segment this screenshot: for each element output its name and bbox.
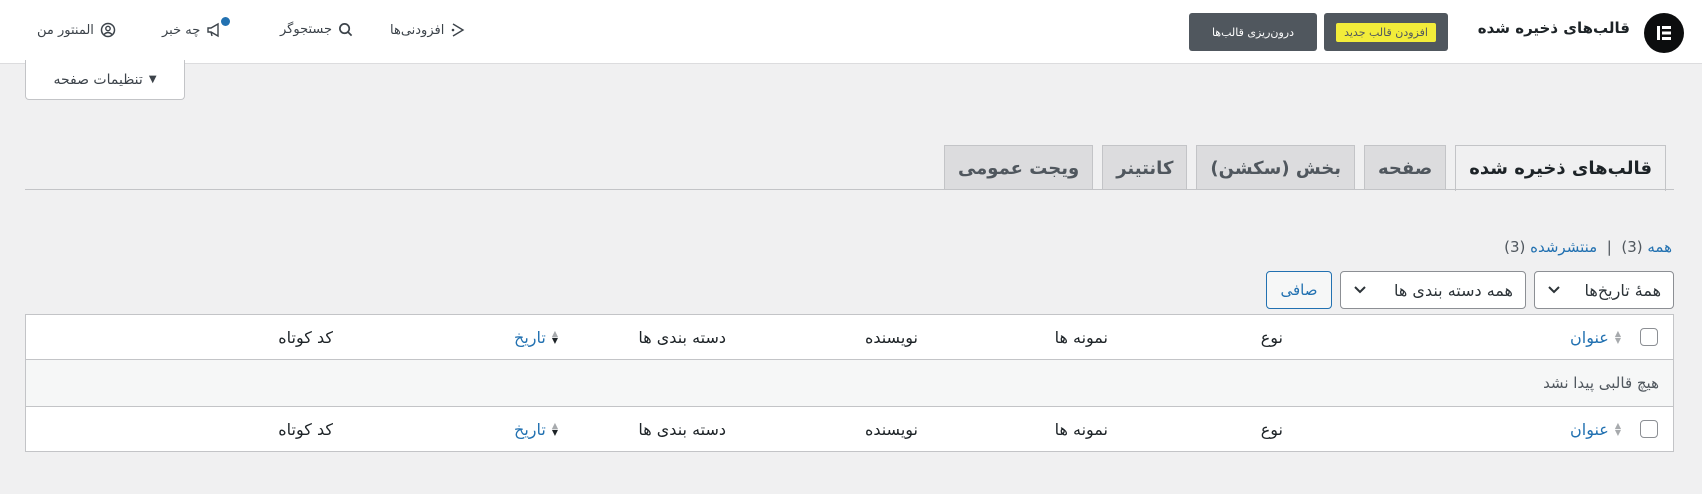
- sort-icon: ▲ ▼: [551, 421, 558, 437]
- column-shortcode: کد کوتاه: [278, 327, 333, 347]
- column-title-label: عنوان: [1570, 419, 1609, 439]
- date-filter-select[interactable]: همهٔ تاریخ‌ها: [1534, 271, 1674, 309]
- whats-new-label: چه خبر: [162, 22, 201, 38]
- tab-global-widget[interactable]: ویجت عمومی: [943, 145, 1094, 190]
- column-title-label: عنوان: [1570, 327, 1609, 347]
- my-elementor-label: المنتور من: [37, 22, 94, 38]
- add-new-template-button[interactable]: افزودن قالب جدید: [1324, 13, 1448, 51]
- filter-button[interactable]: صافی: [1266, 271, 1332, 309]
- finder-link[interactable]: جستجوگر: [280, 22, 353, 37]
- select-all-checkbox-footer[interactable]: [1640, 420, 1658, 438]
- column-date-sortable-footer[interactable]: تاریخ ▲ ▼: [514, 407, 558, 451]
- page-settings-toggle[interactable]: تنظیمات صفحه ▼: [25, 60, 185, 100]
- sort-icon: ▲ ▼: [1614, 421, 1621, 437]
- elementor-logo-icon: [1644, 13, 1684, 53]
- date-filter-value: همهٔ تاریخ‌ها: [1584, 280, 1662, 300]
- column-samples: نمونه ها: [1054, 327, 1108, 347]
- table-empty-row: هیچ قالبی پیدا نشد: [26, 360, 1673, 407]
- column-categories-footer: دسته بندی ها: [638, 419, 726, 439]
- view-all-link[interactable]: همه: [1647, 238, 1672, 256]
- tabs-divider: [25, 189, 1674, 190]
- column-author-footer: نویسنده: [864, 419, 918, 439]
- chevron-down-icon: [1354, 286, 1366, 294]
- column-date-label: تاریخ: [514, 327, 546, 347]
- search-icon: [339, 23, 353, 37]
- column-categories: دسته بندی ها: [638, 327, 726, 347]
- sort-icon: ▲ ▼: [551, 329, 558, 345]
- addons-icon: [452, 23, 465, 37]
- page-settings-label: تنظیمات صفحه: [53, 71, 143, 88]
- table-header-row: عنوان ▲ ▼ نوع نمونه ها نویسنده دسته بندی …: [26, 315, 1673, 360]
- column-type: نوع: [1260, 327, 1283, 347]
- addons-label: افزودنی‌ها: [390, 22, 445, 38]
- page-title: قالب‌های ذخیره شده: [1477, 19, 1630, 37]
- empty-message: هیچ قالبی پیدا نشد: [1543, 374, 1659, 392]
- column-shortcode-footer: کد کوتاه: [278, 419, 333, 439]
- tab-section[interactable]: بخش (سکشن): [1196, 145, 1356, 190]
- tab-saved-templates[interactable]: قالب‌های ذخیره شده: [1455, 145, 1666, 191]
- column-title-sortable-footer[interactable]: عنوان ▲ ▼: [1570, 407, 1621, 451]
- column-title-sortable[interactable]: عنوان ▲ ▼: [1570, 315, 1621, 359]
- tab-container[interactable]: کانتینر: [1102, 145, 1188, 190]
- my-elementor-link[interactable]: المنتور من: [37, 22, 116, 38]
- view-separator: |: [1606, 238, 1612, 256]
- addons-link[interactable]: افزودنی‌ها: [390, 22, 466, 38]
- notification-dot: [221, 17, 231, 26]
- view-all-count: (3): [1621, 238, 1643, 256]
- view-published-link[interactable]: منتشرشده: [1530, 238, 1597, 256]
- megaphone-icon: [206, 17, 231, 38]
- sort-icon: ▲ ▼: [1614, 329, 1621, 345]
- column-date-sortable[interactable]: تاریخ ▲ ▼: [514, 315, 558, 359]
- chevron-down-icon: [1548, 286, 1560, 294]
- whats-new-link[interactable]: چه خبر: [162, 17, 231, 38]
- column-date-label: تاریخ: [514, 419, 546, 439]
- caret-down-icon: ▼: [148, 74, 157, 85]
- tab-page[interactable]: صفحه: [1364, 145, 1447, 190]
- category-filter-value: همه دسته بندی ها: [1394, 280, 1513, 300]
- view-published-count: (3): [1504, 238, 1526, 256]
- table-footer-row: عنوان ▲ ▼ نوع نمونه ها نویسنده دسته بندی …: [26, 407, 1673, 451]
- view-filters: همه (3) | منتشرشده (3): [1504, 238, 1672, 256]
- top-bar: قالب‌های ذخیره شده افزودن قالب جدید درون…: [0, 0, 1702, 64]
- add-new-template-label: افزودن قالب جدید: [1336, 22, 1436, 42]
- category-filter-select[interactable]: همه دسته بندی ها: [1340, 271, 1526, 309]
- column-samples-footer: نمونه ها: [1054, 419, 1108, 439]
- templates-table: عنوان ▲ ▼ نوع نمونه ها نویسنده دسته بندی …: [25, 314, 1674, 452]
- select-all-checkbox[interactable]: [1640, 328, 1658, 346]
- template-type-tabs: قالب‌های ذخیره شده صفحه بخش (سکشن) کانتی…: [943, 145, 1666, 191]
- column-type-footer: نوع: [1260, 419, 1283, 439]
- import-templates-button[interactable]: درون‌ریزی قالب‌ها: [1189, 13, 1317, 51]
- finder-label: جستجوگر: [280, 22, 333, 37]
- column-author: نویسنده: [864, 327, 918, 347]
- user-circle-icon: [100, 22, 116, 38]
